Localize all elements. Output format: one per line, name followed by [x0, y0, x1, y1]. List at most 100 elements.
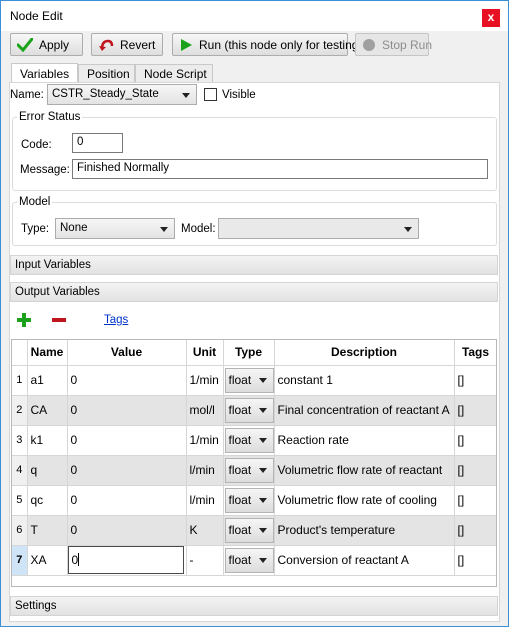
type-dropdown[interactable]: float: [224, 488, 273, 513]
cell-tags[interactable]: []: [454, 455, 496, 486]
name-dropdown[interactable]: CSTR_Steady_State: [47, 84, 197, 105]
type-dropdown[interactable]: float: [224, 368, 273, 393]
cell-type: float: [223, 545, 275, 576]
chevron-down-icon: [258, 408, 267, 413]
table-row[interactable]: 5 qc 0 l/min float Volumetric flow rate …: [12, 485, 496, 516]
cell-unit[interactable]: -: [186, 545, 224, 576]
row-number[interactable]: 1: [12, 365, 28, 396]
node-edit-window: Node Edit x Apply Revert Run (this node …: [0, 0, 509, 627]
message-field[interactable]: Finished Normally: [72, 159, 488, 179]
tab-node-script[interactable]: Node Script: [135, 64, 213, 83]
cell-name[interactable]: k1: [27, 425, 68, 456]
code-field[interactable]: 0: [72, 133, 123, 153]
table-row[interactable]: 2 CA 0 mol/l float Final concentration o…: [12, 395, 496, 426]
apply-button[interactable]: Apply: [10, 33, 83, 56]
cell-name[interactable]: CA: [27, 395, 68, 426]
cell-type: float: [223, 365, 275, 396]
cell-name[interactable]: q: [27, 455, 68, 486]
header-tags[interactable]: Tags: [454, 340, 496, 366]
cell-unit[interactable]: 1/min: [186, 365, 224, 396]
remove-row-icon[interactable]: [51, 312, 67, 331]
cell-unit[interactable]: l/min: [186, 455, 224, 486]
cell-tags[interactable]: []: [454, 545, 496, 576]
message-label: Message:: [20, 164, 70, 176]
model-dropdown[interactable]: [218, 218, 419, 239]
row-number[interactable]: 3: [12, 425, 28, 456]
cell-description[interactable]: Reaction rate: [274, 425, 455, 456]
tags-link[interactable]: Tags: [104, 314, 128, 326]
settings-section[interactable]: Settings: [10, 596, 498, 616]
cell-value[interactable]: 0: [67, 485, 187, 516]
row-number[interactable]: 4: [12, 455, 28, 486]
cell-description[interactable]: constant 1: [274, 365, 455, 396]
type-value: float: [228, 463, 252, 477]
tab-variables[interactable]: Variables: [11, 63, 78, 84]
model-title: Model: [17, 196, 53, 208]
stop-run-button[interactable]: Stop Run: [355, 33, 433, 56]
cell-value[interactable]: 0: [67, 395, 187, 426]
table-row[interactable]: 7 XA 0 - float Conversion of reactant A …: [12, 545, 496, 576]
output-variables-table: Name Value Unit Type Description Tags 1 …: [11, 339, 497, 587]
cell-value[interactable]: 0: [67, 455, 187, 486]
type-dropdown[interactable]: None: [55, 218, 175, 239]
cell-unit[interactable]: K: [186, 515, 224, 546]
header-value[interactable]: Value: [67, 340, 187, 366]
cell-value[interactable]: 0: [67, 365, 187, 396]
stop-run-label: Stop Run: [382, 37, 433, 52]
table-row[interactable]: 3 k1 0 1/min float Reaction rate []: [12, 425, 496, 456]
cell-unit[interactable]: mol/l: [186, 395, 224, 426]
chevron-down-icon: [258, 498, 267, 503]
cell-description[interactable]: Conversion of reactant A: [274, 545, 455, 576]
visible-checkbox[interactable]: [204, 88, 217, 101]
cell-unit[interactable]: l/min: [186, 485, 224, 516]
undo-arrow-icon: [98, 38, 114, 52]
tab-position[interactable]: Position: [78, 64, 135, 83]
cell-description[interactable]: Product's temperature: [274, 515, 455, 546]
row-number[interactable]: 6: [12, 515, 28, 546]
cell-description[interactable]: Volumetric flow rate of reactant: [274, 455, 455, 486]
chevron-down-icon: [160, 227, 168, 232]
header-unit[interactable]: Unit: [186, 340, 224, 366]
output-variables-section[interactable]: Output Variables: [10, 282, 498, 302]
table-row[interactable]: 1 a1 0 1/min float constant 1 []: [12, 365, 496, 396]
cell-unit[interactable]: 1/min: [186, 425, 224, 456]
cell-value[interactable]: 0: [67, 515, 187, 546]
type-dropdown[interactable]: float: [224, 548, 273, 573]
cell-tags[interactable]: []: [454, 395, 496, 426]
cell-value[interactable]: 0: [67, 425, 187, 456]
type-value: float: [228, 373, 252, 387]
value-editor[interactable]: 0: [67, 546, 184, 574]
type-dropdown[interactable]: float: [224, 428, 273, 453]
cell-tags[interactable]: []: [454, 515, 496, 546]
cell-name[interactable]: a1: [27, 365, 68, 396]
cell-description[interactable]: Volumetric flow rate of cooling: [274, 485, 455, 516]
chevron-down-icon: [258, 378, 267, 383]
add-row-icon[interactable]: [16, 312, 32, 331]
cell-tags[interactable]: []: [454, 485, 496, 516]
row-number[interactable]: 7: [12, 545, 28, 576]
type-dropdown[interactable]: float: [224, 398, 273, 423]
close-button[interactable]: x: [482, 9, 500, 27]
revert-button[interactable]: Revert: [91, 33, 163, 56]
row-number[interactable]: 5: [12, 485, 28, 516]
model-label: Model:: [181, 223, 216, 235]
cell-name[interactable]: XA: [27, 545, 68, 576]
cell-tags[interactable]: []: [454, 425, 496, 456]
input-variables-section[interactable]: Input Variables: [10, 255, 498, 275]
cell-tags[interactable]: []: [454, 365, 496, 396]
table-row[interactable]: 6 T 0 K float Product's temperature []: [12, 515, 496, 546]
row-number[interactable]: 2: [12, 395, 28, 426]
name-label: Name:: [10, 89, 44, 101]
cell-name[interactable]: T: [27, 515, 68, 546]
cell-type: float: [223, 395, 275, 426]
type-dropdown[interactable]: float: [224, 458, 273, 483]
table-row[interactable]: 4 q 0 l/min float Volumetric flow rate o…: [12, 455, 496, 486]
cell-description[interactable]: Final concentration of reactant A: [274, 395, 455, 426]
type-dropdown[interactable]: float: [224, 518, 273, 543]
header-type[interactable]: Type: [223, 340, 275, 366]
run-button[interactable]: Run (this node only for testing): [172, 33, 362, 56]
header-name[interactable]: Name: [27, 340, 68, 366]
cell-name[interactable]: qc: [27, 485, 68, 516]
stop-icon: [362, 38, 376, 52]
header-description[interactable]: Description: [274, 340, 455, 366]
